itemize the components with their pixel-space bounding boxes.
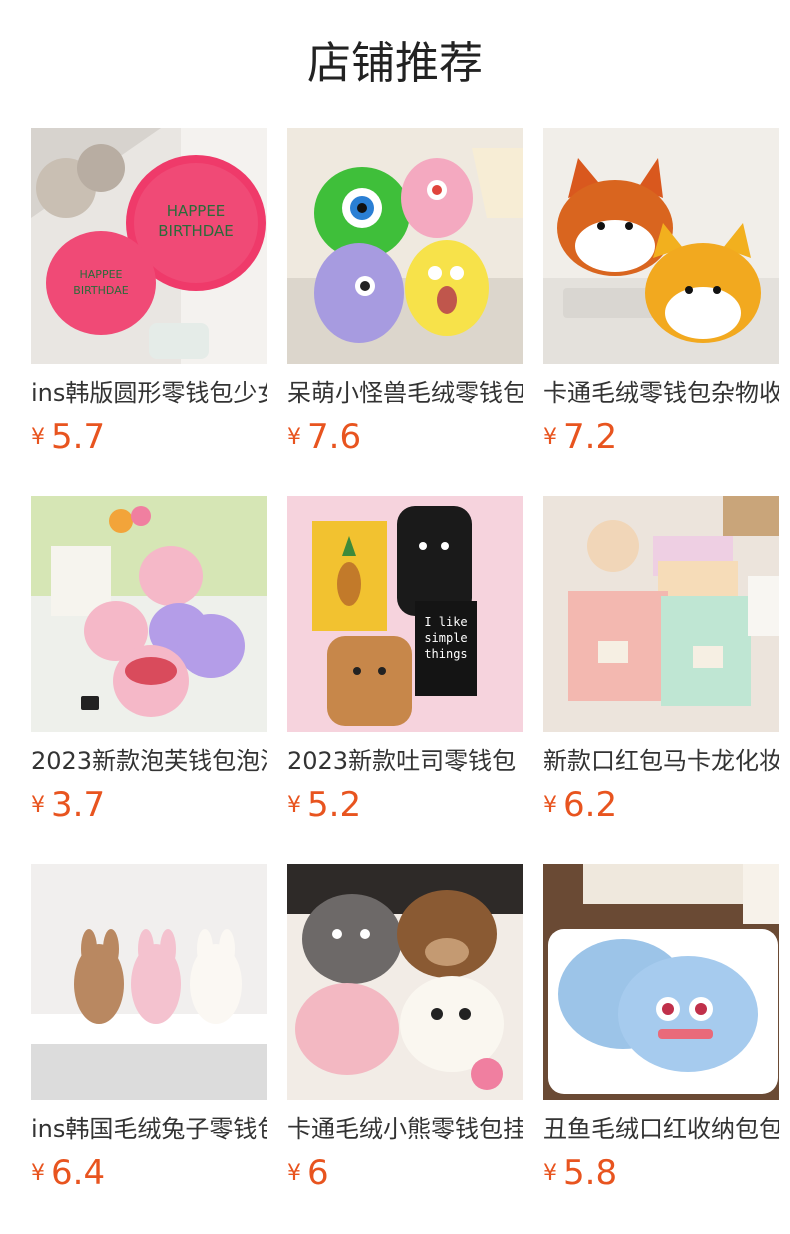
product-card[interactable]: 新款口红包马卡龙化妆包 ¥6.2 bbox=[543, 496, 779, 864]
product-title[interactable]: ins韩国毛绒兔子零钱包 bbox=[31, 1113, 267, 1145]
product-price: ¥7.6 bbox=[287, 414, 361, 460]
product-title[interactable]: 2023新款泡芙钱包泡泡 bbox=[31, 745, 267, 777]
price-value: 3.7 bbox=[51, 785, 106, 825]
product-image[interactable] bbox=[543, 128, 779, 364]
price-value: 5.7 bbox=[51, 417, 106, 457]
svg-text:things: things bbox=[424, 647, 467, 661]
svg-text:HAPPEE: HAPPEE bbox=[167, 202, 226, 220]
product-price: ¥6.2 bbox=[543, 782, 617, 828]
product-image[interactable] bbox=[543, 496, 779, 732]
product-grid: HAPPEE BIRTHDAE HAPPEE BIRTHDAE ins韩版圆形零… bbox=[31, 128, 790, 1232]
product-card[interactable]: ins韩国毛绒兔子零钱包 ¥6.4 bbox=[31, 864, 267, 1232]
price-value: 7.6 bbox=[307, 417, 362, 457]
product-card[interactable]: 2023新款泡芙钱包泡泡 ¥3.7 bbox=[31, 496, 267, 864]
product-image[interactable] bbox=[287, 864, 523, 1100]
product-title[interactable]: 卡通毛绒小熊零钱包挂件 bbox=[287, 1113, 523, 1145]
currency-symbol: ¥ bbox=[543, 1161, 557, 1186]
svg-text:I like: I like bbox=[424, 615, 467, 629]
price-value: 5.2 bbox=[307, 785, 362, 825]
product-title[interactable]: 卡通毛绒零钱包杂物收纳包 bbox=[543, 377, 779, 409]
currency-symbol: ¥ bbox=[31, 1161, 45, 1186]
product-image[interactable] bbox=[31, 496, 267, 732]
page-title: 店铺推荐 bbox=[307, 38, 483, 89]
product-card[interactable]: 卡通毛绒零钱包杂物收纳包 ¥7.2 bbox=[543, 128, 779, 496]
product-title[interactable]: ins韩版圆形零钱包少女心 bbox=[31, 377, 267, 409]
product-image[interactable] bbox=[287, 128, 523, 364]
price-value: 7.2 bbox=[563, 417, 618, 457]
product-card[interactable]: I like simple things 2023新款吐司零钱包 ¥5.2 bbox=[287, 496, 523, 864]
product-title[interactable]: 丑鱼毛绒口红收纳包包 bbox=[543, 1113, 779, 1145]
svg-text:BIRTHDAE: BIRTHDAE bbox=[73, 284, 128, 297]
currency-symbol: ¥ bbox=[31, 425, 45, 450]
currency-symbol: ¥ bbox=[287, 1161, 301, 1186]
product-card[interactable]: 丑鱼毛绒口红收纳包包 ¥5.8 bbox=[543, 864, 779, 1232]
price-value: 6.2 bbox=[563, 785, 618, 825]
svg-text:BIRTHDAE: BIRTHDAE bbox=[158, 222, 234, 240]
product-card[interactable]: 呆萌小怪兽毛绒零钱包 ¥7.6 bbox=[287, 128, 523, 496]
product-image[interactable]: I like simple things bbox=[287, 496, 523, 732]
product-title[interactable]: 2023新款吐司零钱包 bbox=[287, 745, 523, 777]
currency-symbol: ¥ bbox=[287, 425, 301, 450]
product-title[interactable]: 新款口红包马卡龙化妆包 bbox=[543, 745, 779, 777]
product-image[interactable]: HAPPEE BIRTHDAE HAPPEE BIRTHDAE bbox=[31, 128, 267, 364]
product-price: ¥7.2 bbox=[543, 414, 617, 460]
currency-symbol: ¥ bbox=[31, 793, 45, 818]
product-price: ¥3.7 bbox=[31, 782, 105, 828]
product-card[interactable]: 卡通毛绒小熊零钱包挂件 ¥6 bbox=[287, 864, 523, 1232]
product-title[interactable]: 呆萌小怪兽毛绒零钱包 bbox=[287, 377, 523, 409]
product-price: ¥6 bbox=[287, 1150, 329, 1196]
svg-text:HAPPEE: HAPPEE bbox=[80, 268, 123, 281]
price-value: 6 bbox=[307, 1153, 329, 1193]
product-card[interactable]: HAPPEE BIRTHDAE HAPPEE BIRTHDAE ins韩版圆形零… bbox=[31, 128, 267, 496]
price-value: 5.8 bbox=[563, 1153, 618, 1193]
currency-symbol: ¥ bbox=[287, 793, 301, 818]
product-price: ¥6.4 bbox=[31, 1150, 105, 1196]
svg-text:simple: simple bbox=[424, 631, 467, 645]
product-price: ¥5.7 bbox=[31, 414, 105, 460]
price-value: 6.4 bbox=[51, 1153, 106, 1193]
product-image[interactable] bbox=[543, 864, 779, 1100]
product-image[interactable] bbox=[31, 864, 267, 1100]
currency-symbol: ¥ bbox=[543, 425, 557, 450]
currency-symbol: ¥ bbox=[543, 793, 557, 818]
product-price: ¥5.8 bbox=[543, 1150, 617, 1196]
product-price: ¥5.2 bbox=[287, 782, 361, 828]
